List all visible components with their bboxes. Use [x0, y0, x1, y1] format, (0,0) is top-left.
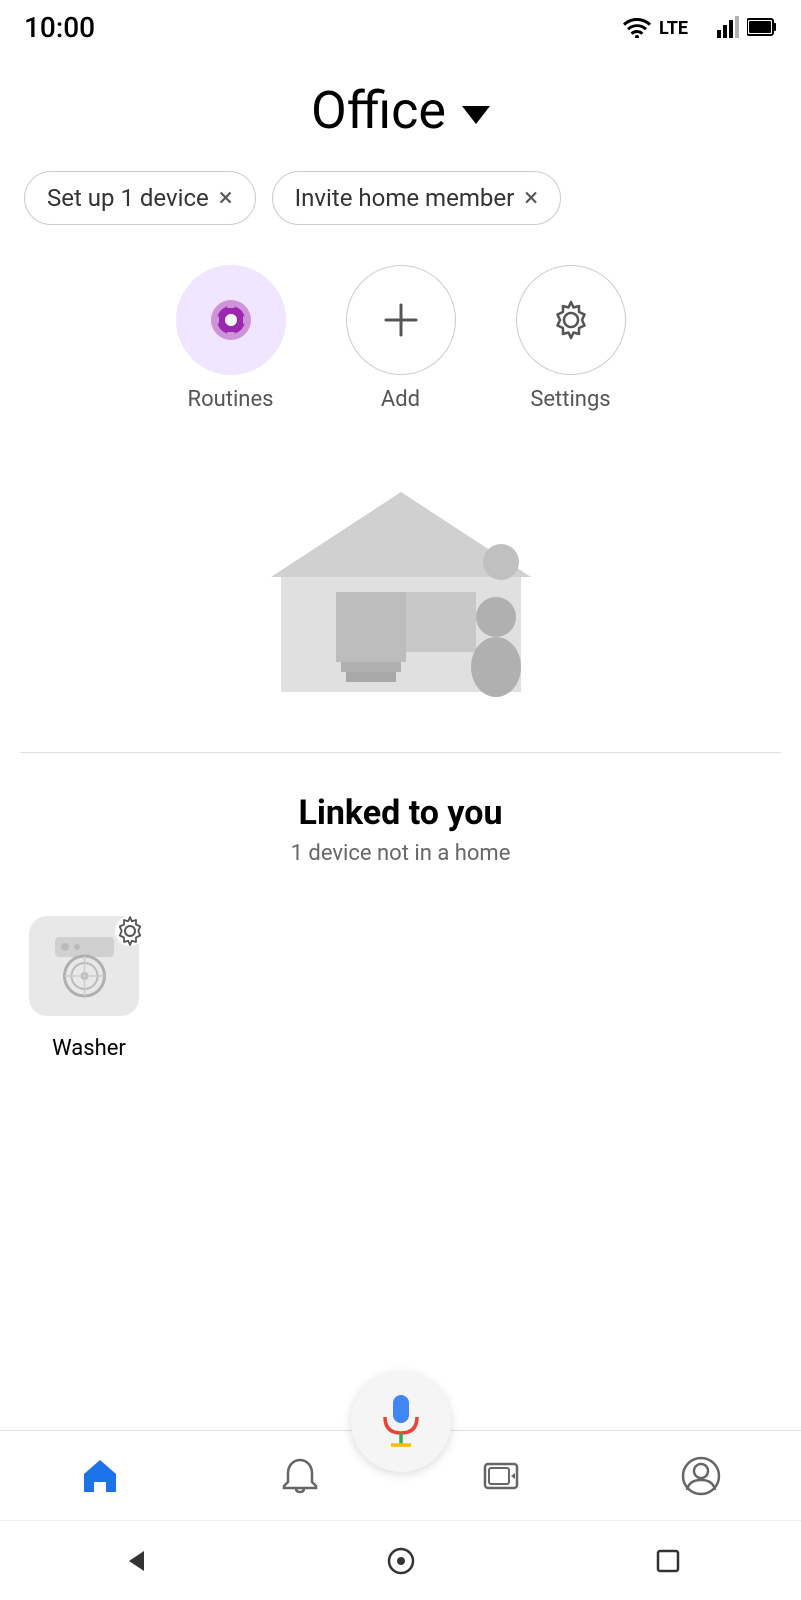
washer-label: Washer — [52, 1036, 126, 1061]
linked-section: Linked to you 1 device not in a home — [0, 753, 801, 916]
linked-subtitle: 1 device not in a home — [291, 841, 511, 866]
washer-icon-container — [29, 916, 149, 1026]
settings-circle — [516, 265, 626, 375]
empty-home-illustration — [0, 442, 801, 752]
signal-icon — [717, 16, 739, 38]
settings-action[interactable]: Settings — [516, 265, 626, 412]
invite-member-label: Invite home member — [295, 184, 515, 212]
dropdown-arrow-icon — [462, 106, 490, 124]
lte-icon: LTE — [659, 16, 709, 38]
android-nav — [0, 1520, 801, 1600]
washer-device[interactable]: Washer — [24, 916, 154, 1061]
routines-label: Routines — [188, 387, 274, 412]
notification-nav-icon — [280, 1456, 320, 1496]
home-title[interactable]: Office — [311, 80, 490, 141]
header[interactable]: Office — [0, 50, 801, 161]
routines-circle — [176, 265, 286, 375]
add-icon — [381, 300, 421, 340]
linked-title: Linked to you — [298, 793, 502, 833]
setup-device-chip[interactable]: Set up 1 device × — [24, 171, 256, 225]
setup-device-close-icon[interactable]: × — [219, 185, 233, 211]
svg-text:LTE: LTE — [659, 18, 688, 38]
nav-home[interactable] — [0, 1456, 200, 1496]
settings-label: Settings — [530, 387, 610, 412]
battery-icon — [747, 16, 777, 38]
add-circle — [346, 265, 456, 375]
routines-action[interactable]: Routines — [176, 265, 286, 412]
device-settings-badge — [111, 912, 149, 950]
wifi-icon — [623, 16, 651, 38]
home-button[interactable] — [356, 1536, 446, 1586]
devices-grid: Washer — [0, 916, 801, 1061]
add-label: Add — [381, 387, 420, 412]
status-icons: LTE — [623, 16, 777, 38]
nav-profile[interactable] — [601, 1456, 801, 1496]
back-icon — [119, 1546, 149, 1576]
home-title-text: Office — [311, 80, 446, 141]
invite-member-chip[interactable]: Invite home member × — [272, 171, 561, 225]
setup-device-label: Set up 1 device — [47, 184, 209, 212]
mic-button[interactable] — [351, 1372, 451, 1472]
device-settings-icon — [114, 915, 146, 947]
status-time: 10:00 — [24, 11, 95, 44]
routines-icon — [205, 294, 257, 346]
settings-icon — [550, 299, 592, 341]
recents-icon — [653, 1546, 683, 1576]
mic-button-container — [351, 1372, 451, 1482]
recents-button[interactable] — [623, 1536, 713, 1586]
android-home-icon — [386, 1546, 416, 1576]
media-nav-icon — [481, 1456, 521, 1496]
actions-row: Routines Add Settings — [0, 245, 801, 442]
invite-member-close-icon[interactable]: × — [524, 185, 538, 211]
status-bar: 10:00 LTE — [0, 0, 801, 50]
home-nav-icon — [80, 1456, 120, 1496]
add-action[interactable]: Add — [346, 265, 456, 412]
back-button[interactable] — [89, 1536, 179, 1586]
home-illustration-svg — [241, 462, 561, 722]
profile-nav-icon — [681, 1456, 721, 1496]
mic-icon — [379, 1393, 423, 1451]
chips-row: Set up 1 device × Invite home member × — [0, 161, 801, 245]
